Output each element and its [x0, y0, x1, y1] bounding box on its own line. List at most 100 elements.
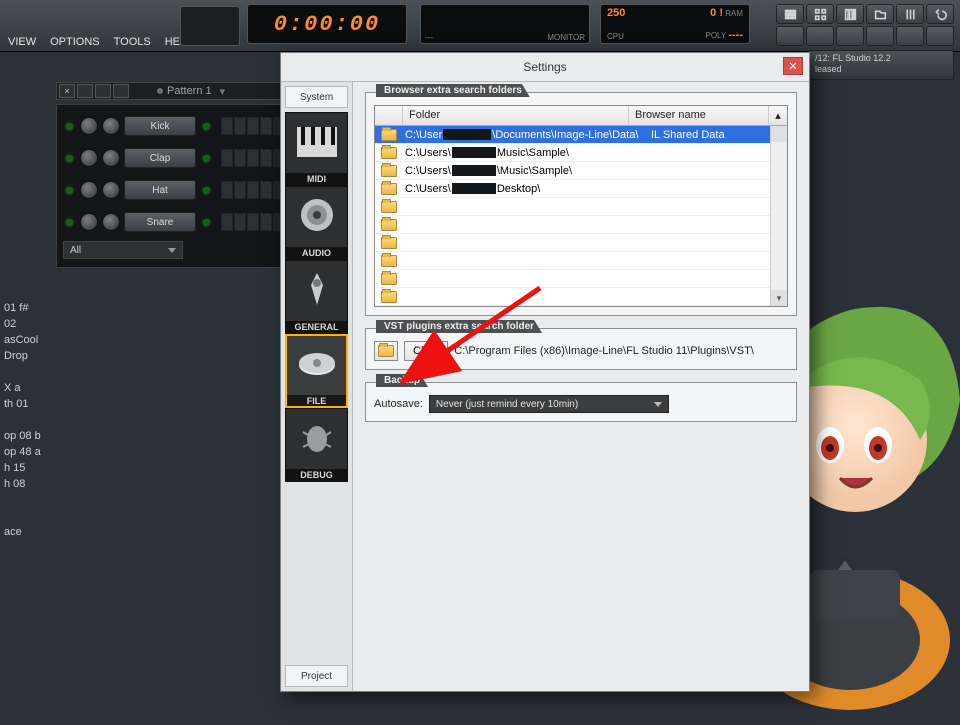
step[interactable] — [234, 149, 246, 167]
browser-item[interactable]: h 08 — [0, 476, 52, 492]
browser-item[interactable]: 02 — [0, 316, 52, 332]
step[interactable] — [247, 149, 259, 167]
settings-titlebar[interactable]: Settings ✕ — [281, 53, 809, 81]
rack-btn-1[interactable] — [77, 84, 93, 98]
browser-item[interactable]: op 48 a — [0, 444, 52, 460]
tab-debug[interactable]: DEBUG — [285, 408, 348, 482]
tab-file[interactable]: FILE — [285, 334, 348, 408]
tab-audio[interactable]: AUDIO — [285, 186, 348, 260]
time-display[interactable]: 0:00:00 — [247, 4, 407, 44]
pan-knob[interactable] — [80, 149, 98, 167]
pan-knob[interactable] — [80, 213, 98, 231]
browser-item[interactable]: h 15 — [0, 460, 52, 476]
menu-options[interactable]: OPTIONS — [44, 34, 106, 50]
step[interactable] — [260, 213, 272, 231]
vst-clear-button[interactable]: Clear — [404, 341, 448, 361]
visualizer: --- MONITOR — [420, 4, 590, 44]
btn-pianoroll[interactable] — [836, 4, 864, 24]
scroll-up[interactable] — [771, 126, 787, 142]
close-button[interactable]: ✕ — [783, 57, 803, 75]
vol-knob[interactable] — [102, 149, 120, 167]
btn-f[interactable] — [926, 26, 954, 46]
vst-browse-button[interactable] — [374, 341, 398, 361]
table-row[interactable]: C:\Users\\Music\Sample\ — [375, 162, 787, 180]
mute-led[interactable] — [203, 155, 210, 162]
table-row-empty[interactable] — [375, 270, 787, 288]
step[interactable] — [260, 181, 272, 199]
col-browser-name[interactable]: Browser name — [629, 106, 769, 125]
step[interactable] — [221, 149, 233, 167]
rack-btn-2[interactable] — [95, 84, 111, 98]
channel-led[interactable] — [66, 219, 73, 226]
btn-stepseq[interactable] — [806, 4, 834, 24]
rack-btn-3[interactable] — [113, 84, 129, 98]
vol-knob[interactable] — [102, 117, 120, 135]
channel-button[interactable]: Hat — [124, 180, 196, 200]
close-icon[interactable]: × — [59, 84, 75, 98]
channel-button[interactable]: Snare — [124, 212, 196, 232]
step[interactable] — [260, 149, 272, 167]
table-row-empty[interactable] — [375, 288, 787, 306]
step[interactable] — [221, 117, 233, 135]
step[interactable] — [234, 181, 246, 199]
pattern-selector[interactable]: Pattern 1▾ — [157, 85, 225, 98]
btn-d[interactable] — [866, 26, 894, 46]
mute-led[interactable] — [203, 187, 210, 194]
menu-view[interactable]: VIEW — [2, 34, 42, 50]
table-row[interactable]: C:\Users\Music\Sample\ — [375, 144, 787, 162]
vol-knob[interactable] — [102, 181, 120, 199]
tab-system[interactable]: System — [285, 86, 348, 108]
btn-a[interactable] — [776, 26, 804, 46]
scroll-down[interactable]: ▾ — [771, 290, 787, 306]
btn-mixer[interactable] — [896, 4, 924, 24]
btn-e[interactable] — [896, 26, 924, 46]
col-icon[interactable] — [375, 106, 403, 125]
btn-playlist[interactable] — [776, 4, 804, 24]
step[interactable] — [234, 117, 246, 135]
channel-led[interactable] — [66, 187, 73, 194]
table-row-empty[interactable] — [375, 252, 787, 270]
channel-button[interactable]: Clap — [124, 148, 196, 168]
tab-general[interactable]: GENERAL — [285, 260, 348, 334]
autosave-dropdown[interactable]: Never (just remind every 10min) — [429, 395, 669, 413]
pan-knob[interactable] — [80, 117, 98, 135]
browser-item[interactable]: ace — [0, 524, 52, 540]
step[interactable] — [247, 181, 259, 199]
table-row-empty[interactable] — [375, 216, 787, 234]
menu-tools[interactable]: TOOLS — [108, 34, 157, 50]
channel-led[interactable] — [66, 155, 73, 162]
table-scrollbar[interactable]: ▾ — [770, 126, 787, 306]
browser-item[interactable]: op 08 b — [0, 428, 52, 444]
step[interactable] — [221, 213, 233, 231]
table-row-empty[interactable] — [375, 198, 787, 216]
mute-led[interactable] — [203, 123, 210, 130]
browser-item[interactable]: asCool — [0, 332, 52, 348]
browser-item[interactable]: Drop — [0, 348, 52, 364]
channel-button[interactable]: Kick — [124, 116, 196, 136]
channel-filter[interactable]: All — [63, 241, 183, 259]
browser-item[interactable]: th 01 — [0, 396, 52, 412]
table-row[interactable]: C:\Users\Desktop\ — [375, 180, 787, 198]
step[interactable] — [247, 213, 259, 231]
table-row-empty[interactable] — [375, 234, 787, 252]
step[interactable] — [247, 117, 259, 135]
table-row[interactable]: C:\User\Documents\Image-Line\Data\IL Sha… — [375, 126, 787, 144]
master-section[interactable] — [180, 6, 240, 46]
col-folder[interactable]: Folder — [403, 106, 629, 125]
tab-midi[interactable]: MIDI — [285, 112, 348, 186]
scroll-up-icon[interactable]: ▴ — [769, 106, 787, 125]
tab-project[interactable]: Project — [285, 665, 348, 687]
step[interactable] — [260, 117, 272, 135]
vol-knob[interactable] — [102, 213, 120, 231]
btn-browser[interactable] — [866, 4, 894, 24]
channel-led[interactable] — [66, 123, 73, 130]
btn-undo[interactable] — [926, 4, 954, 24]
step[interactable] — [234, 213, 246, 231]
browser-item[interactable]: 01 f# — [0, 300, 52, 316]
step[interactable] — [221, 181, 233, 199]
pan-knob[interactable] — [80, 181, 98, 199]
mute-led[interactable] — [203, 219, 210, 226]
btn-b[interactable] — [806, 26, 834, 46]
browser-item[interactable]: X a — [0, 380, 52, 396]
btn-c[interactable] — [836, 26, 864, 46]
